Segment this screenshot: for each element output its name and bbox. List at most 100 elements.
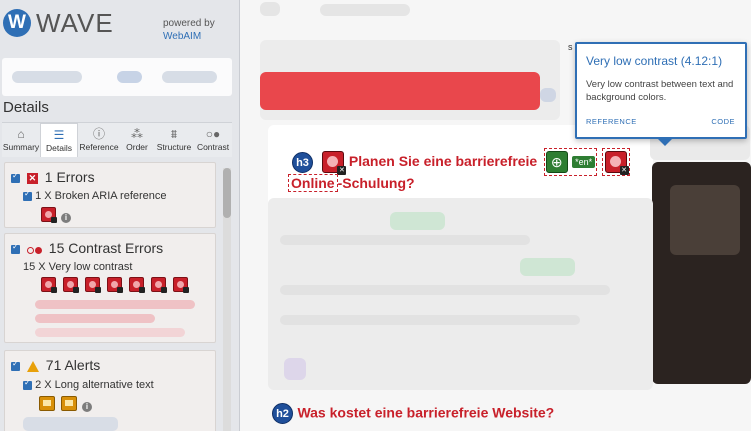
blurred-line bbox=[280, 285, 610, 295]
info-icon[interactable]: i bbox=[61, 213, 71, 223]
blurred-nav bbox=[320, 4, 410, 16]
contrast-panel: 15 Contrast Errors 15 X Very low contras… bbox=[4, 233, 216, 343]
list-icon: ☰ bbox=[53, 128, 65, 142]
contrast-errors-icon bbox=[26, 241, 42, 257]
heading-text-online: Online bbox=[288, 174, 338, 192]
alerts-item-label: 2 X Long alternative text bbox=[35, 379, 154, 391]
heading-h3-row: h3 Planen Sie eine barrierefreie ⊕ *en* bbox=[292, 148, 630, 176]
contrast-error-icon[interactable] bbox=[151, 277, 167, 293]
wave-sidebar: W WAVE powered by WebAIM Details ⌂ Summa… bbox=[0, 0, 240, 431]
heading-h2-text: Was kostet eine barrierefreie Website? bbox=[297, 404, 555, 421]
scrollbar-thumb[interactable] bbox=[223, 168, 231, 218]
tooltip-code-link[interactable]: CODE bbox=[711, 117, 735, 126]
errors-panel: ✕ 1 Errors 1 X Broken ARIA reference i bbox=[4, 162, 216, 228]
errors-item-row: 1 X Broken ARIA reference bbox=[23, 189, 167, 202]
alert-warning-icon bbox=[26, 360, 39, 372]
badge-fragment: s bbox=[568, 42, 573, 52]
contrast-checkbox[interactable] bbox=[11, 242, 20, 254]
blurred-red-banner bbox=[260, 72, 540, 110]
structure-icon: ⩩ bbox=[170, 127, 178, 141]
errors-item-checkbox[interactable] bbox=[23, 189, 32, 201]
tab-label: Summary bbox=[2, 142, 40, 152]
selected-error-outline bbox=[601, 148, 630, 176]
heading-h3-line2: Online -Schulung? bbox=[288, 174, 415, 193]
heading-h2-row: h2 Was kostet eine barrierefreie Website… bbox=[272, 403, 554, 424]
contrast-error-icon[interactable] bbox=[41, 277, 57, 293]
errors-header: ✕ 1 Errors bbox=[11, 169, 95, 185]
tab-details[interactable]: ☰ Details bbox=[40, 123, 78, 157]
blurred-link bbox=[390, 212, 445, 230]
sidebar-scrollbar[interactable] bbox=[223, 168, 231, 431]
tab-label: Order bbox=[126, 142, 148, 152]
blurred-content bbox=[35, 314, 155, 323]
tooltip-description: Very low contrast between text and backg… bbox=[586, 79, 734, 103]
contrast-icon: ○● bbox=[205, 127, 221, 141]
url-bar-blurred[interactable] bbox=[2, 58, 232, 96]
alerts-title: 71 Alerts bbox=[45, 357, 101, 373]
tab-label: Reference bbox=[79, 142, 119, 152]
alerts-panel: 71 Alerts 2 X Long alternative text i bbox=[4, 350, 216, 431]
blurred-nav bbox=[260, 2, 280, 16]
heading-level-badge[interactable]: h2 bbox=[272, 403, 293, 424]
long-alt-text-icon[interactable] bbox=[39, 396, 55, 411]
long-alt-text-icon[interactable] bbox=[61, 396, 77, 411]
contrast-error-icon-selected[interactable] bbox=[604, 151, 629, 175]
tab-order[interactable]: ⁂ Order bbox=[120, 123, 154, 157]
blurred-icon bbox=[284, 358, 306, 380]
broken-aria-icon[interactable] bbox=[41, 207, 57, 223]
contrast-header: 15 Contrast Errors bbox=[11, 240, 163, 257]
details-heading: Details bbox=[3, 99, 49, 116]
errors-item-label: 1 X Broken ARIA reference bbox=[35, 190, 167, 202]
blurred-line bbox=[280, 315, 580, 325]
tab-label: Details bbox=[46, 143, 72, 153]
tab-reference[interactable]: ⓘ Reference bbox=[78, 123, 120, 157]
logo-row: W WAVE powered by WebAIM bbox=[0, 0, 239, 46]
contrast-item-label: 15 X Very low contrast bbox=[23, 261, 133, 273]
blurred-line bbox=[280, 235, 530, 245]
error-x-icon: ✕ bbox=[26, 172, 38, 184]
contrast-error-icon[interactable] bbox=[85, 277, 101, 293]
blurred-content bbox=[35, 328, 185, 337]
powered-by: powered by WebAIM bbox=[163, 17, 215, 43]
wave-logo-text: WAVE bbox=[36, 8, 114, 38]
webaim-link[interactable]: WebAIM bbox=[163, 30, 215, 43]
language-annotation: ⊕ *en* bbox=[543, 148, 598, 176]
heading-level-badge[interactable]: h3 bbox=[292, 151, 313, 173]
tab-label: Structure bbox=[156, 142, 192, 152]
blurred-icon bbox=[540, 88, 556, 102]
powered-by-text: powered by bbox=[163, 18, 215, 29]
blurred-content bbox=[23, 417, 118, 431]
contrast-error-icon[interactable] bbox=[173, 277, 189, 293]
contrast-error-icon[interactable] bbox=[63, 277, 79, 293]
alerts-header: 71 Alerts bbox=[11, 357, 100, 373]
wave-logo-icon: W bbox=[3, 9, 31, 37]
contrast-error-icon[interactable] bbox=[129, 277, 145, 293]
contrast-error-icon[interactable] bbox=[322, 151, 347, 175]
contrast-title: 15 Contrast Errors bbox=[48, 240, 164, 256]
contrast-tooltip: Very low contrast (4.12:1) Very low cont… bbox=[575, 42, 747, 146]
errors-checkbox[interactable] bbox=[11, 171, 20, 183]
tab-contrast[interactable]: ○● Contrast bbox=[194, 123, 232, 157]
alerts-item-checkbox[interactable] bbox=[23, 378, 32, 390]
tab-structure[interactable]: ⩩ Structure bbox=[154, 123, 194, 157]
language-badge: *en* bbox=[572, 156, 596, 168]
tooltip-title: Very low contrast (4.12:1) bbox=[586, 54, 723, 68]
order-icon: ⁂ bbox=[131, 127, 143, 141]
tab-bar: ⌂ Summary ☰ Details ⓘ Reference ⁂ Order … bbox=[2, 122, 232, 157]
info-icon: ⓘ bbox=[92, 127, 105, 141]
tooltip-reference-link[interactable]: REFERENCE bbox=[586, 117, 637, 126]
blurred-link bbox=[520, 258, 575, 276]
heading-text-line2: -Schulung? bbox=[337, 175, 415, 191]
contrast-error-icon[interactable] bbox=[107, 277, 123, 293]
tab-label: Contrast bbox=[196, 142, 230, 152]
errors-title: 1 Errors bbox=[44, 169, 95, 185]
globe-icon[interactable]: ⊕ bbox=[545, 151, 568, 173]
blurred-content bbox=[35, 300, 195, 309]
tab-summary[interactable]: ⌂ Summary bbox=[2, 123, 40, 157]
alerts-checkbox[interactable] bbox=[11, 359, 20, 371]
info-icon[interactable]: i bbox=[82, 402, 92, 412]
alerts-item-row: 2 X Long alternative text bbox=[23, 378, 154, 391]
home-icon: ⌂ bbox=[17, 127, 25, 141]
blurred-image-detail bbox=[670, 185, 740, 255]
heading-text-line1: Planen Sie eine barrierefreie bbox=[348, 153, 538, 170]
